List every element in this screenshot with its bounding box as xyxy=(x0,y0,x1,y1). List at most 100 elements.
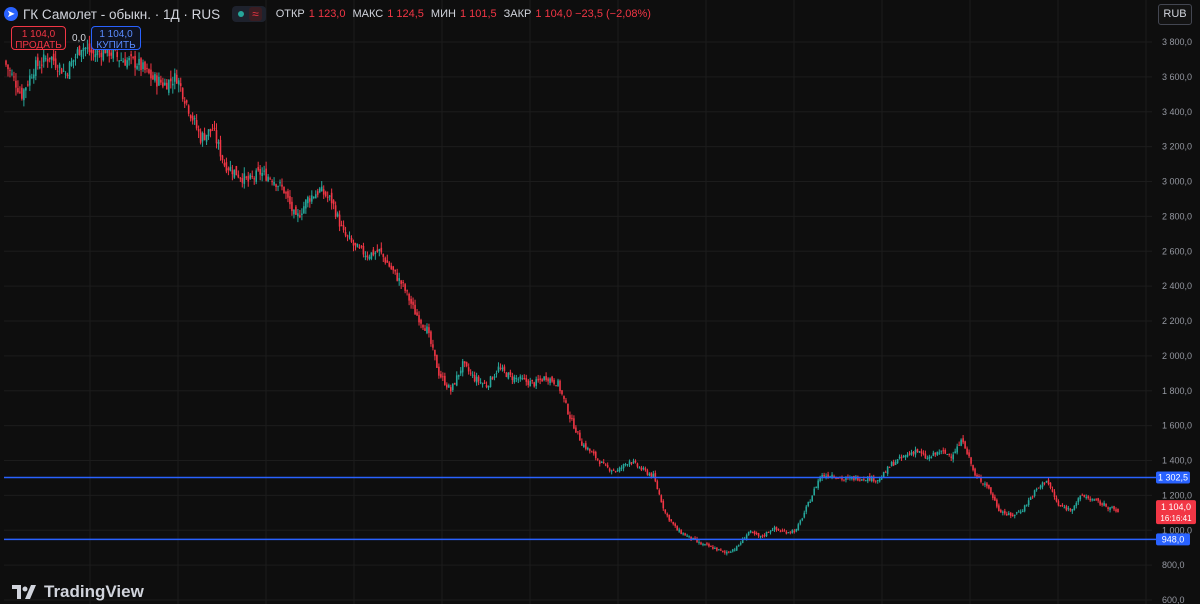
wave-icon: ≈ xyxy=(249,7,262,21)
low-key: МИН xyxy=(430,8,456,20)
symbol-logo-icon[interactable]: ➤ xyxy=(4,7,18,21)
candle-body xyxy=(1073,505,1076,510)
candle-body xyxy=(70,61,73,66)
candle-body xyxy=(950,456,952,458)
candle-body xyxy=(785,531,788,534)
candle-body xyxy=(1043,482,1046,484)
candle-body xyxy=(78,46,81,56)
candle-body xyxy=(1079,495,1082,500)
candle-body xyxy=(527,380,530,385)
candle-body xyxy=(567,403,569,415)
candle-body xyxy=(227,168,230,171)
candle-body xyxy=(886,466,889,474)
candle-body xyxy=(968,452,970,457)
spread-value: 0,0 xyxy=(72,33,86,44)
candle-body xyxy=(1006,514,1008,516)
candle-body xyxy=(1099,501,1101,505)
open-value: 1 123,0 xyxy=(308,8,346,20)
candle-body xyxy=(1055,497,1058,502)
candle-body xyxy=(952,454,954,460)
candle-body xyxy=(243,173,246,184)
candle-body xyxy=(865,480,867,482)
candle-body xyxy=(203,133,206,140)
candle-body xyxy=(990,487,992,494)
price-chart[interactable]: 600,0800,01 000,01 200,01 400,01 600,01 … xyxy=(0,0,1200,604)
candle-body xyxy=(642,467,645,469)
candle-body xyxy=(592,451,595,454)
candle-body xyxy=(559,380,561,392)
candle-body xyxy=(702,544,704,546)
candle-body xyxy=(277,186,279,188)
candle-body xyxy=(461,361,464,373)
candle-body xyxy=(565,400,567,403)
candle-body xyxy=(624,464,627,466)
candle-body xyxy=(450,387,452,392)
candle-body xyxy=(803,512,806,518)
candle-body xyxy=(311,195,313,202)
candle-body xyxy=(416,312,418,316)
candle-body xyxy=(573,418,575,429)
low-value: 1 101,5 xyxy=(459,8,497,20)
candle-body xyxy=(344,232,347,236)
candle-body xyxy=(799,520,802,524)
candle-body xyxy=(984,483,986,485)
candle-body xyxy=(195,119,198,129)
candle-body xyxy=(1015,512,1018,514)
candle-body xyxy=(205,134,208,142)
candle-body xyxy=(446,384,448,388)
candle-body xyxy=(652,473,655,477)
candle-body xyxy=(1103,502,1105,506)
candle-body xyxy=(94,54,97,58)
candle-body xyxy=(1097,498,1099,501)
candle-body xyxy=(541,379,543,382)
currency-selector[interactable]: RUB xyxy=(1158,4,1192,25)
candle-body xyxy=(5,60,7,65)
candle-body xyxy=(424,328,426,331)
candle-body xyxy=(100,52,103,58)
candle-body xyxy=(1105,503,1107,507)
candle-body xyxy=(892,461,895,466)
candle-body xyxy=(9,69,11,71)
candle-body xyxy=(964,441,966,449)
y-tick-label: 3 400,0 xyxy=(1162,107,1192,117)
candle-body xyxy=(25,87,27,91)
candle-body xyxy=(320,186,323,192)
candle-body xyxy=(60,68,63,74)
candle-body xyxy=(330,192,333,204)
candle-body xyxy=(293,209,295,215)
buy-button[interactable]: 1 104,0 КУПИТЬ xyxy=(91,26,141,51)
candle-body xyxy=(777,529,780,531)
candle-body xyxy=(924,453,927,459)
candle-body xyxy=(15,80,17,88)
candle-body xyxy=(753,531,756,534)
market-status[interactable]: ≈ xyxy=(232,6,266,22)
candle-body xyxy=(729,551,732,553)
candle-body xyxy=(726,552,728,554)
candle-body xyxy=(489,376,492,387)
candle-body xyxy=(714,548,716,550)
candle-body xyxy=(571,417,573,419)
candle-body xyxy=(301,213,303,215)
candle-body xyxy=(291,201,293,212)
y-tick-label: 3 000,0 xyxy=(1162,177,1192,187)
symbol-title[interactable]: ГК Самолет - обыкн. · 1Д · RUS xyxy=(23,7,220,22)
sell-button[interactable]: 1 104,0 ПРОДАТЬ xyxy=(11,26,66,51)
candle-body xyxy=(17,88,19,93)
candle-body xyxy=(1059,505,1062,507)
sell-label: ПРОДАТЬ xyxy=(15,40,62,51)
candle-body xyxy=(1019,511,1022,513)
candle-body xyxy=(493,376,496,378)
candle-body xyxy=(166,82,168,90)
tradingview-logo[interactable]: TradingView xyxy=(12,582,144,602)
chart-grid xyxy=(4,0,1152,604)
candle-body xyxy=(1057,501,1060,506)
candle-body xyxy=(52,53,55,61)
candle-body xyxy=(84,47,87,49)
high-key: МАКС xyxy=(352,8,384,20)
candle-body xyxy=(704,544,706,546)
candle-body xyxy=(781,530,784,532)
candle-body xyxy=(861,479,863,481)
candle-body xyxy=(408,293,410,301)
candle-body xyxy=(314,194,317,199)
candle-body xyxy=(31,77,33,79)
